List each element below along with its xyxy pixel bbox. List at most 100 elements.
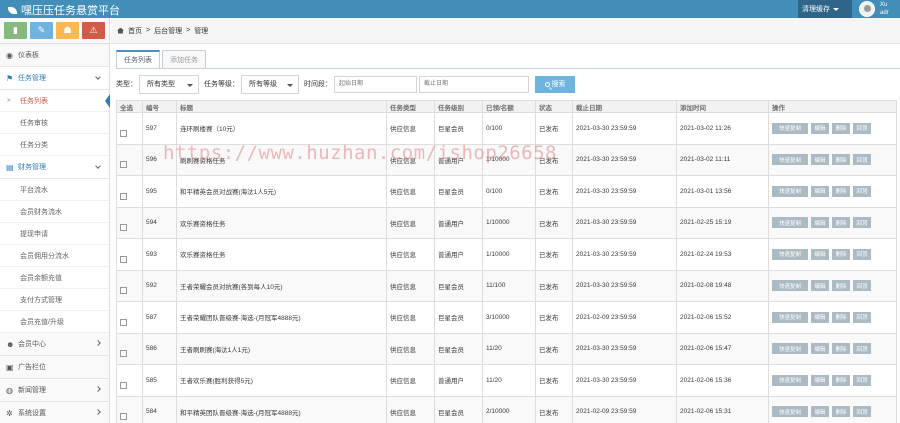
category-select[interactable]: 所有类型 xyxy=(139,74,199,94)
edit-button[interactable]: 编辑 xyxy=(811,343,829,355)
edit-button[interactable]: 编辑 xyxy=(811,374,829,386)
level-select[interactable]: 所有等级 xyxy=(241,74,299,94)
breadcrumb-home[interactable]: 首页 xyxy=(128,26,142,36)
row-checkbox[interactable] xyxy=(120,161,127,169)
delete-button[interactable]: 删除 xyxy=(832,280,850,292)
user-info[interactable]: Xu adr xyxy=(880,1,889,17)
edit-button[interactable]: 编辑 xyxy=(811,185,829,197)
users-icon[interactable]: ☗ xyxy=(56,22,79,39)
sidebar-subitem-withdraw[interactable]: 提现申请 xyxy=(0,223,109,245)
sidebar-item-member-center[interactable]: ☻ 会员中心 xyxy=(0,333,109,356)
row-checkbox[interactable] xyxy=(120,287,127,295)
brand[interactable]: 嘿压压任务悬赏平台 xyxy=(8,2,120,18)
start-date-input[interactable] xyxy=(334,75,417,93)
row-actions: 快速复制 编辑 删除 回顶 xyxy=(772,343,893,355)
top-button[interactable]: 回顶 xyxy=(853,374,871,386)
cell-quota: 1/10000 xyxy=(482,238,536,271)
cell-select xyxy=(116,238,143,271)
sidebar-item-task-management[interactable]: ⚑ 任务管理 xyxy=(0,67,109,90)
row-checkbox[interactable] xyxy=(120,413,127,421)
delete-button[interactable]: 删除 xyxy=(832,185,850,197)
delete-button[interactable]: 删除 xyxy=(832,343,850,355)
sidebar-subitem-task-review[interactable]: 任务审核 xyxy=(0,112,109,134)
quick-copy-button[interactable]: 快速复制 xyxy=(772,217,808,229)
quick-copy-button[interactable]: 快速复制 xyxy=(772,406,808,418)
row-checkbox[interactable] xyxy=(120,350,127,358)
top-button[interactable]: 回顶 xyxy=(853,185,871,197)
quick-copy-button[interactable]: 快速复制 xyxy=(772,122,808,134)
cell-title: 和平精英会员对战赛(海汰1人5元) xyxy=(176,175,387,208)
column-header-select-all[interactable]: 全选 xyxy=(116,100,143,113)
row-checkbox[interactable] xyxy=(120,192,127,200)
edit-button[interactable]: 编辑 xyxy=(811,311,829,323)
top-button[interactable]: 回顶 xyxy=(853,311,871,323)
delete-button[interactable]: 删除 xyxy=(832,122,850,134)
top-button[interactable]: 回顶 xyxy=(853,217,871,229)
edit-button[interactable]: 编辑 xyxy=(811,280,829,292)
signal-icon[interactable]: ▮ xyxy=(4,22,27,39)
sidebar-item-settings[interactable]: ✲ 系统设置 xyxy=(0,402,109,423)
top-button[interactable]: 回顶 xyxy=(853,154,871,166)
row-checkbox[interactable] xyxy=(120,318,127,326)
quick-copy-button[interactable]: 快速复制 xyxy=(772,185,808,197)
delete-button[interactable]: 删除 xyxy=(832,154,850,166)
end-date-input[interactable] xyxy=(419,75,529,93)
sidebar-item-dashboard[interactable]: ◉ 仪表板 xyxy=(0,44,109,67)
cell-deadline: 2021-03-30 23:59:59 xyxy=(572,112,677,145)
quick-copy-button[interactable]: 快速复制 xyxy=(772,280,808,292)
sidebar-subitem-task-category[interactable]: 任务分类 xyxy=(0,134,109,156)
quick-copy-button[interactable]: 快速复制 xyxy=(772,374,808,386)
avatar[interactable] xyxy=(856,0,878,18)
delete-button[interactable]: 删除 xyxy=(832,311,850,323)
top-button[interactable]: 回顶 xyxy=(853,406,871,418)
table-row: 593 欢乐赛资格任务 供应信息 普通用户 1/10000 已发布 2021-03-30 2… xyxy=(116,238,897,271)
tab-add-task[interactable]: 添加任务 xyxy=(162,50,206,69)
sidebar-subitem-recharge-upgrade[interactable]: 会员充值/升级 xyxy=(0,311,109,333)
cell-type: 供应信息 xyxy=(386,364,435,397)
top-button[interactable]: 回顶 xyxy=(853,248,871,260)
top-button[interactable]: 回顶 xyxy=(853,122,871,134)
search-button[interactable]: 搜索 xyxy=(535,75,575,93)
quick-copy-button[interactable]: 快速复制 xyxy=(772,248,808,260)
edit-button[interactable]: 编辑 xyxy=(811,217,829,229)
bell-icon[interactable]: ⚠ xyxy=(82,22,105,39)
edit-button[interactable]: 编辑 xyxy=(811,406,829,418)
delete-button[interactable]: 删除 xyxy=(832,248,850,260)
globe-icon: ◍ xyxy=(6,385,13,395)
pencil-icon[interactable]: ✎ xyxy=(30,22,53,39)
sidebar-item-news[interactable]: ◍ 新闻管理 xyxy=(0,379,109,402)
row-checkbox[interactable] xyxy=(120,381,127,389)
cell-actions: 快速复制 编辑 删除 回顶 xyxy=(768,206,897,239)
edit-button[interactable]: 编辑 xyxy=(811,248,829,260)
row-checkbox[interactable] xyxy=(120,224,127,232)
sidebar-subitem-commission[interactable]: 会员佣用分流水 xyxy=(0,245,109,267)
delete-button[interactable]: 删除 xyxy=(832,217,850,229)
breadcrumb-admin[interactable]: 后台管理 xyxy=(154,26,182,36)
chevron-right-icon xyxy=(95,386,101,392)
sidebar-subitem-platform-flow[interactable]: 平台流水 xyxy=(0,179,109,201)
top-button[interactable]: 回顶 xyxy=(853,343,871,355)
quick-copy-button[interactable]: 快速复制 xyxy=(772,154,808,166)
top-button[interactable]: 回顶 xyxy=(853,280,871,292)
edit-button[interactable]: 编辑 xyxy=(811,122,829,134)
quick-copy-button[interactable]: 快速复制 xyxy=(772,343,808,355)
clear-cache-menu[interactable]: 清理缓存 xyxy=(798,0,852,18)
sidebar-item-finance[interactable]: ▤ 财务管理 xyxy=(0,156,109,179)
sidebar-subitem-payment-methods[interactable]: 支付方式管理 xyxy=(0,289,109,311)
delete-button[interactable]: 删除 xyxy=(832,374,850,386)
column-header-status: 状态 xyxy=(535,100,573,113)
sidebar-subitem-task-list[interactable]: 任务列表 xyxy=(0,90,110,112)
sidebar-subitem-member-finance[interactable]: 会员财务流水 xyxy=(0,201,109,223)
delete-button[interactable]: 删除 xyxy=(832,406,850,418)
cell-title: 欢乐赛资格任务 xyxy=(176,238,387,271)
tab-task-list[interactable]: 任务列表 xyxy=(116,50,160,69)
quick-copy-button[interactable]: 快速复制 xyxy=(772,311,808,323)
row-checkbox[interactable] xyxy=(120,129,127,137)
sidebar-item-ad-slots[interactable]: ▣ 广告栏位 xyxy=(0,356,109,379)
sidebar-item-label: 新闻管理 xyxy=(18,387,46,394)
sidebar-subitem-balance-recharge[interactable]: 会员余额充值 xyxy=(0,267,109,289)
cell-added: 2021-03-01 13:56 xyxy=(676,175,769,208)
edit-button[interactable]: 编辑 xyxy=(811,154,829,166)
row-checkbox[interactable] xyxy=(120,255,127,263)
row-actions: 快速复制 编辑 删除 回顶 xyxy=(772,280,893,292)
